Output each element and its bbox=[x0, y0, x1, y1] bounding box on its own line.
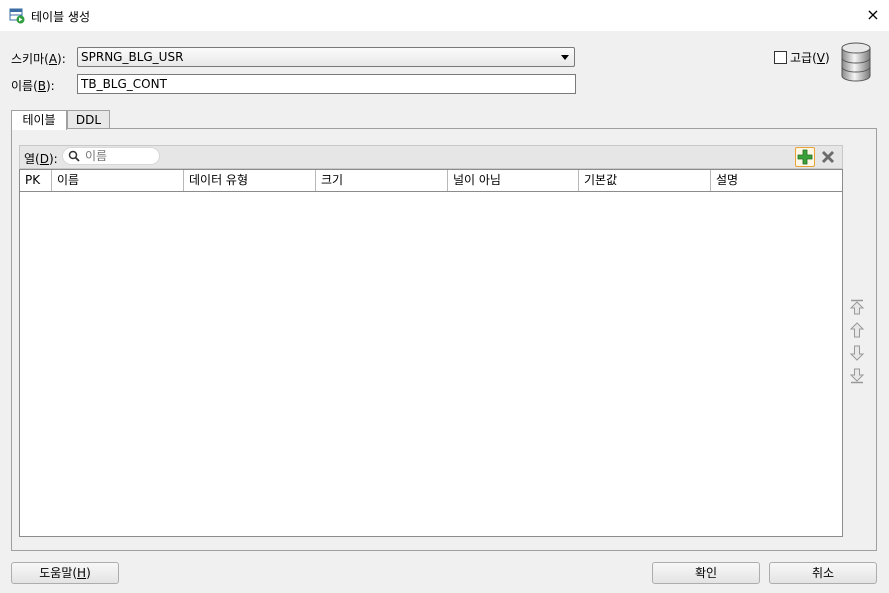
move-bottom-icon[interactable] bbox=[848, 367, 866, 385]
column-header-default[interactable]: 기본값 bbox=[579, 170, 711, 191]
column-header-size[interactable]: 크기 bbox=[316, 170, 448, 191]
cancel-button[interactable]: 취소 bbox=[769, 562, 877, 584]
ok-button[interactable]: 확인 bbox=[652, 562, 760, 584]
columns-label: 열(D): bbox=[24, 152, 58, 166]
columns-table[interactable]: PK 이름 데이터 유형 크기 널이 아님 기본값 설명 bbox=[19, 169, 843, 537]
move-down-icon[interactable] bbox=[848, 344, 866, 362]
table-header: PK 이름 데이터 유형 크기 널이 아님 기본값 설명 bbox=[20, 170, 842, 192]
move-top-icon[interactable] bbox=[848, 298, 866, 316]
column-header-description[interactable]: 설명 bbox=[711, 170, 842, 191]
schema-label: 스키마(A): bbox=[11, 52, 66, 66]
close-button[interactable]: × bbox=[862, 4, 884, 26]
schema-select[interactable]: SPRNG_BLG_USR bbox=[77, 47, 575, 67]
search-icon bbox=[68, 150, 80, 162]
help-button[interactable]: 도움말(H) bbox=[11, 562, 119, 584]
advanced-checkbox[interactable] bbox=[774, 51, 787, 64]
column-search-input[interactable] bbox=[85, 149, 155, 163]
tab-ddl[interactable]: DDL bbox=[67, 110, 110, 129]
advanced-label[interactable]: 고급(V) bbox=[790, 49, 830, 66]
column-header-name[interactable]: 이름 bbox=[52, 170, 184, 191]
plus-icon bbox=[797, 149, 813, 165]
column-search[interactable] bbox=[62, 147, 160, 165]
table-name-input[interactable] bbox=[77, 74, 576, 94]
move-up-icon[interactable] bbox=[848, 321, 866, 339]
column-header-not-null[interactable]: 널이 아님 bbox=[448, 170, 579, 191]
name-label: 이름(B): bbox=[11, 79, 55, 93]
add-column-button[interactable] bbox=[795, 147, 815, 167]
title-bar bbox=[0, 0, 889, 31]
column-header-data-type[interactable]: 데이터 유형 bbox=[184, 170, 316, 191]
create-table-icon bbox=[9, 8, 25, 24]
window-title: 테이블 생성 bbox=[31, 10, 91, 24]
chevron-down-icon bbox=[561, 55, 569, 60]
column-header-pk[interactable]: PK bbox=[20, 170, 52, 191]
database-icon bbox=[841, 42, 871, 82]
x-icon[interactable] bbox=[819, 148, 837, 166]
schema-value: SPRNG_BLG_USR bbox=[81, 50, 184, 64]
tab-table[interactable]: 테이블 bbox=[11, 110, 67, 130]
